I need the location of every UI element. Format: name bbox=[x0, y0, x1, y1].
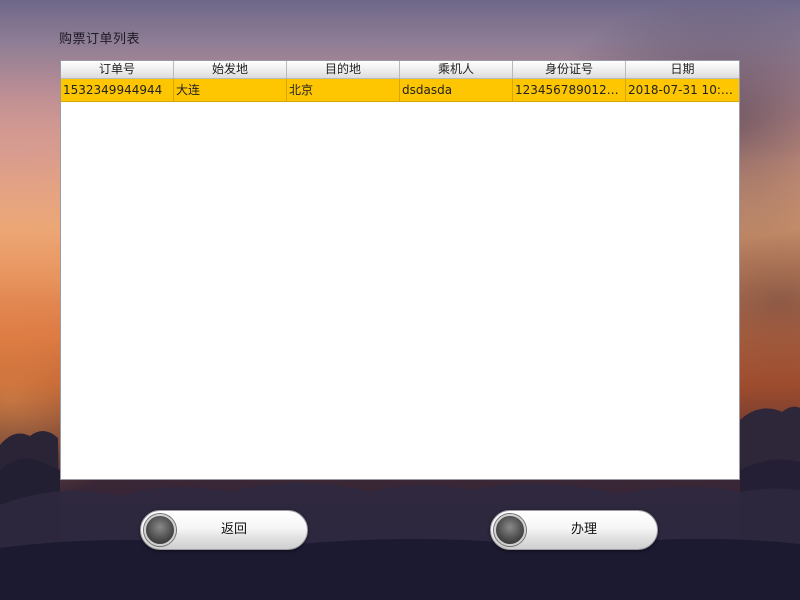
back-button[interactable]: 返回 bbox=[140, 510, 308, 550]
button-knob-icon bbox=[144, 514, 176, 546]
button-knob-icon bbox=[494, 514, 526, 546]
cell-date: 2018-07-31 10:2… bbox=[628, 83, 739, 97]
column-header-destination[interactable]: 目的地 bbox=[287, 61, 400, 79]
cell-id-number: 12345678901234… bbox=[513, 79, 626, 101]
cell-passenger: dsdasda bbox=[400, 79, 513, 101]
cell-destination: 北京 bbox=[287, 79, 400, 101]
app-screen: 购票订单列表 订单号 始发地 目的地 乘机人 身份证号 日期 153234994… bbox=[0, 0, 800, 600]
page-title: 购票订单列表 bbox=[59, 32, 141, 47]
column-header-id-number[interactable]: 身份证号 bbox=[513, 61, 626, 79]
back-button-label: 返回 bbox=[220, 522, 247, 537]
cell-order-number: 1532349944944 bbox=[61, 79, 174, 101]
column-header-passenger[interactable]: 乘机人 bbox=[400, 61, 513, 79]
orders-table[interactable]: 订单号 始发地 目的地 乘机人 身份证号 日期 1532349944944 大连… bbox=[60, 60, 740, 480]
table-header: 订单号 始发地 目的地 乘机人 身份证号 日期 bbox=[61, 61, 739, 79]
table-row-selected[interactable]: 1532349944944 大连 北京 dsdasda 123456789012… bbox=[61, 79, 739, 102]
cell-origin: 大连 bbox=[174, 79, 287, 101]
column-header-date[interactable]: 日期 bbox=[626, 61, 739, 79]
column-header-origin[interactable]: 始发地 bbox=[174, 61, 287, 79]
process-button[interactable]: 办理 bbox=[490, 510, 658, 550]
column-header-order-number[interactable]: 订单号 bbox=[61, 61, 174, 79]
process-button-label: 办理 bbox=[570, 522, 597, 537]
